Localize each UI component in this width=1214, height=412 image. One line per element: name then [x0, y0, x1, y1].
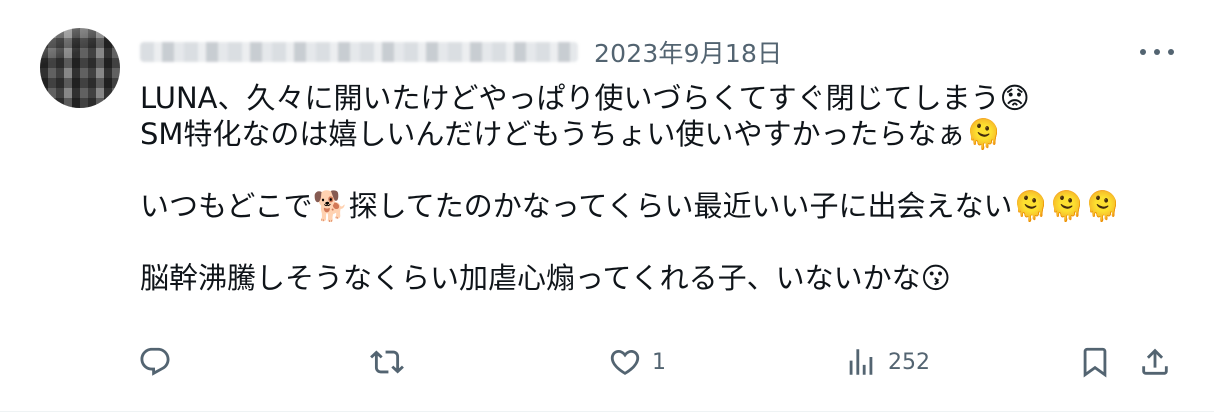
reply-button[interactable]: [138, 344, 182, 380]
bookmark-icon: [1083, 347, 1107, 378]
reply-icon: [140, 347, 170, 376]
tweet-line: LUNA、久々に開いたけどやっぱり使いづらくてすぐ閉じてしまう😟: [140, 81, 1030, 115]
tweet-header: 2023年9月18日: [140, 32, 782, 72]
tweet[interactable]: 2023年9月18日 LUNA、久々に開いたけどやっぱり使いづらくてすぐ閉じてし…: [0, 0, 1214, 412]
tweet-line: いつもどこで🐕探してたのかなってくらい最近いい子に出会えない🫠🫠🫠: [140, 189, 1121, 223]
share-icon: [1142, 348, 1168, 375]
views-button[interactable]: 252: [844, 344, 930, 380]
repost-icon: [370, 350, 404, 374]
more-horizontal-icon[interactable]: [1140, 42, 1174, 62]
like-button[interactable]: 1: [608, 344, 666, 380]
analytics-icon: [849, 349, 873, 375]
bookmark-button[interactable]: [1078, 344, 1112, 380]
author-name-blurred[interactable]: [140, 42, 578, 62]
post-date[interactable]: 2023年9月18日: [594, 34, 782, 70]
views-count: 252: [888, 349, 930, 375]
heart-icon: [610, 349, 640, 375]
share-button[interactable]: [1138, 344, 1172, 380]
tweet-line: 脳幹沸騰しそうなくらい加虐心煽ってくれる子、いないかな😗: [140, 261, 951, 295]
tweet-text: LUNA、久々に開いたけどやっぱり使いづらくてすぐ閉じてしまう😟 SM特化なのは…: [140, 80, 1160, 296]
tweet-actions: 1 252: [138, 344, 1178, 380]
repost-button[interactable]: [370, 344, 414, 380]
like-count: 1: [652, 349, 666, 375]
tweet-line: SM特化なのは嬉しいんだけどもうちょい使いやすかったらなぁ🫠: [140, 117, 1002, 151]
avatar[interactable]: [40, 28, 120, 108]
